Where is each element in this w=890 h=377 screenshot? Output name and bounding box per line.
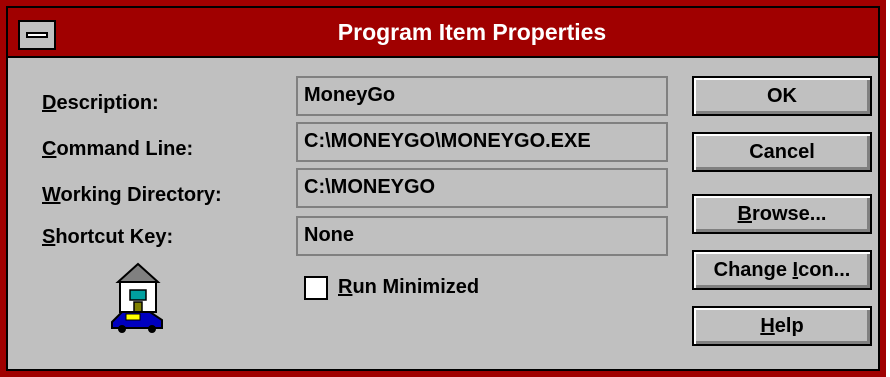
run-minimized-checkbox[interactable] bbox=[304, 276, 328, 300]
dialog-frame: Program Item Properties Description: Com… bbox=[6, 6, 880, 371]
shortcut-key-label-rest: hortcut Key: bbox=[55, 226, 174, 248]
title-bar[interactable]: Program Item Properties bbox=[8, 8, 878, 58]
description-label: Description: bbox=[42, 92, 159, 114]
command-line-label: Command Line: bbox=[42, 138, 194, 160]
working-directory-label-rest: orking Directory: bbox=[60, 184, 222, 206]
shortcut-key-label: Shortcut Key: bbox=[42, 226, 174, 248]
cancel-button[interactable]: Cancel bbox=[692, 132, 872, 172]
window-title: Program Item Properties bbox=[337, 19, 607, 45]
shortcut-key-field[interactable]: None bbox=[296, 216, 668, 256]
house-car-icon bbox=[111, 262, 163, 333]
change-icon-button[interactable]: Change Icon... bbox=[692, 250, 872, 290]
ok-button[interactable]: OK bbox=[692, 76, 872, 116]
working-directory-field[interactable]: C:\MONEYGO bbox=[296, 168, 668, 208]
command-line-label-rest: ommand Line: bbox=[56, 138, 194, 160]
working-directory-label: Working Directory: bbox=[42, 184, 222, 206]
change-icon-button-pre: Change bbox=[713, 259, 793, 281]
browse-button[interactable]: Browse... bbox=[692, 194, 872, 234]
program-item-properties-window: Program Item Properties Description: Com… bbox=[0, 0, 886, 377]
change-icon-button-rest: con... bbox=[798, 259, 851, 281]
help-button-rest: elp bbox=[774, 315, 804, 337]
run-minimized-label-rest: un Minimized bbox=[352, 276, 480, 298]
browse-button-rest: rowse... bbox=[751, 203, 827, 225]
run-minimized-label[interactable]: Run Minimized bbox=[338, 276, 479, 299]
description-field[interactable]: MoneyGo bbox=[296, 76, 668, 116]
description-label-rest: escription: bbox=[56, 92, 159, 114]
system-menu-button[interactable] bbox=[18, 20, 56, 50]
system-menu-icon bbox=[26, 32, 48, 38]
command-line-field[interactable]: C:\MONEYGO\MONEYGO.EXE bbox=[296, 122, 668, 162]
help-button[interactable]: Help bbox=[692, 306, 872, 346]
